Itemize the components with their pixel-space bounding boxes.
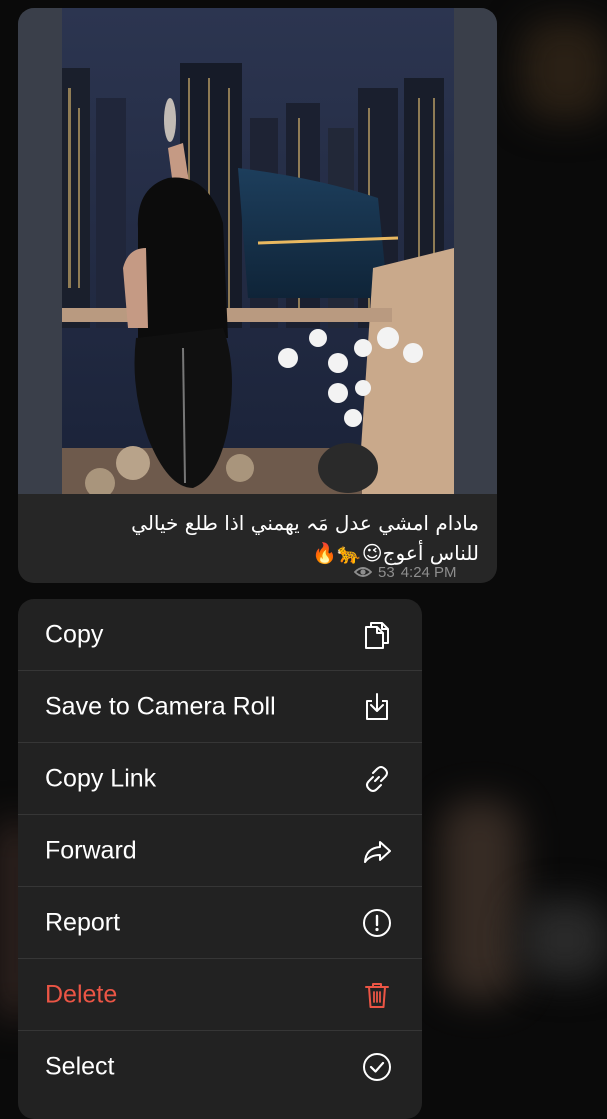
- message-time: 4:24 PM: [400, 563, 457, 581]
- menu-item-save-to-camera-roll[interactable]: Save to Camera Roll: [18, 671, 422, 743]
- background-blur: [440, 800, 520, 1000]
- menu-item-label: Copy Link: [45, 764, 157, 792]
- photo-image: [18, 8, 497, 494]
- link-icon: [366, 765, 388, 792]
- menu-item-label: Copy: [45, 620, 104, 648]
- message-photo[interactable]: [18, 8, 497, 494]
- menu-item-copy-link[interactable]: Copy Link: [18, 743, 422, 815]
- save-download-icon: [366, 692, 388, 720]
- background-blur: [520, 20, 607, 120]
- menu-item-forward[interactable]: Forward: [18, 815, 422, 887]
- context-menu: Copy Save to Camera Roll Copy Link Forwa…: [18, 599, 422, 1119]
- menu-item-label: Select: [45, 1052, 115, 1080]
- eye-icon: [354, 567, 372, 577]
- menu-item-select[interactable]: Select: [18, 1031, 422, 1102]
- trash-icon: [365, 982, 389, 1008]
- menu-item-label: Delete: [45, 980, 118, 1008]
- menu-item-report[interactable]: Report: [18, 887, 422, 959]
- menu-item-label: Report: [45, 908, 121, 936]
- caption-line-1: مادام امشي عدل مَہ يهمني اذا طلع خيالي: [131, 511, 479, 535]
- message-bubble[interactable]: مادام امشي عدل مَہ يهمني اذا طلع خيالي ل…: [18, 8, 497, 583]
- message-meta: 53 4:24 PM: [354, 562, 457, 582]
- forward-arrow-icon: [364, 840, 391, 863]
- view-count: 53: [378, 563, 395, 581]
- menu-item-label: Forward: [45, 836, 137, 864]
- menu-item-delete[interactable]: Delete: [18, 959, 422, 1031]
- background-blur: [520, 900, 607, 980]
- menu-item-copy[interactable]: Copy: [18, 599, 422, 671]
- exclamation-circle-icon: [363, 908, 391, 937]
- copy-icon: [365, 621, 389, 649]
- menu-item-label: Save to Camera Roll: [45, 692, 276, 720]
- message-caption: مادام امشي عدل مَہ يهمني اذا طلع خيالي ل…: [29, 508, 479, 568]
- checkmark-circle-icon: [363, 1052, 391, 1081]
